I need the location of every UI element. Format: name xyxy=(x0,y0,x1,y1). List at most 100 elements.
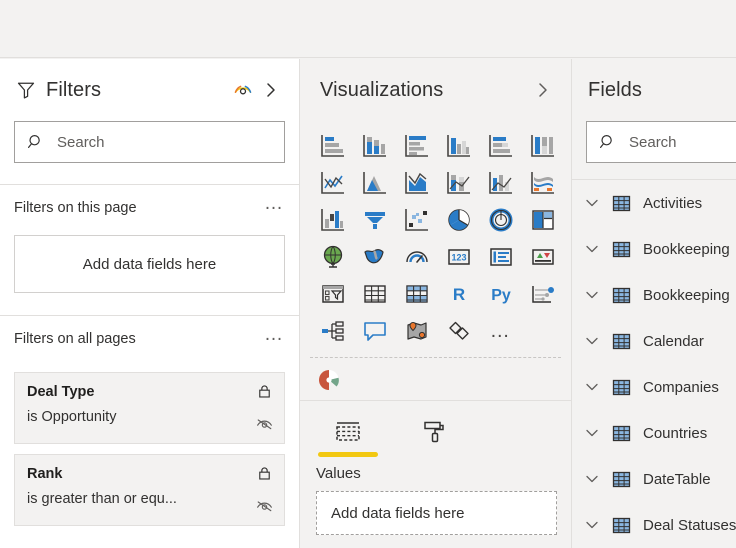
svg-text:R: R xyxy=(453,285,465,304)
svg-text:Py: Py xyxy=(491,287,511,304)
visualizations-tab-strip xyxy=(300,400,571,457)
viz-r-visual[interactable]: R xyxy=(440,275,478,312)
lock-icon[interactable] xyxy=(256,465,273,487)
eye-visible-icon[interactable] xyxy=(229,76,257,104)
viz-line-chart[interactable] xyxy=(314,164,352,201)
tab-fields-active-indicator xyxy=(318,452,378,457)
viz-stacked-bar-chart[interactable] xyxy=(314,127,352,164)
fields-table-label: Countries xyxy=(643,424,708,442)
viz-key-influencers[interactable] xyxy=(524,275,562,312)
viz-clustered-bar-chart[interactable] xyxy=(398,127,436,164)
chevron-down-icon[interactable] xyxy=(584,379,600,395)
viz-donut-chart[interactable] xyxy=(482,201,520,238)
filters-pane-header: Filters xyxy=(0,59,299,121)
fields-table-row[interactable]: Calendar xyxy=(572,318,736,364)
lock-icon[interactable] xyxy=(256,383,273,405)
fields-pane: Fields Activities xyxy=(572,59,736,548)
fields-table-row[interactable]: DateTable xyxy=(572,456,736,502)
filters-page-dropzone[interactable]: Add data fields here xyxy=(14,235,285,293)
chevron-down-icon[interactable] xyxy=(584,333,600,349)
filter-card[interactable]: Deal Type is Opportunity xyxy=(14,372,285,444)
viz-line-stacked-column-chart[interactable] xyxy=(440,164,478,201)
fields-table-row[interactable]: Activities xyxy=(572,180,736,226)
chevron-down-icon[interactable] xyxy=(584,517,600,533)
viz-filled-map[interactable] xyxy=(356,238,394,275)
fields-pane-title: Fields xyxy=(588,78,642,101)
viz-kpi[interactable] xyxy=(524,238,562,275)
viz-table[interactable] xyxy=(356,275,394,312)
viz-area-chart[interactable] xyxy=(356,164,394,201)
chevron-down-icon[interactable] xyxy=(584,241,600,257)
viz-globe-map[interactable] xyxy=(314,238,352,275)
viz-stacked-column-chart[interactable] xyxy=(356,127,394,164)
viz-stacked-area-chart[interactable] xyxy=(398,164,436,201)
table-icon xyxy=(612,286,631,305)
fields-table-row[interactable]: Bookkeeping xyxy=(572,272,736,318)
collapse-filters-chevron-right-icon[interactable] xyxy=(257,76,285,104)
eye-hidden-icon[interactable] xyxy=(255,414,274,438)
filters-on-all-pages-header: Filters on all pages … xyxy=(0,316,299,362)
chevron-down-icon[interactable] xyxy=(584,195,600,211)
custom-pie-visual-icon[interactable] xyxy=(316,367,342,393)
fields-table-label: Bookkeeping xyxy=(643,240,730,258)
viz-treemap[interactable] xyxy=(524,201,562,238)
viz-decomposition-tree[interactable] xyxy=(314,312,352,349)
search-icon xyxy=(599,133,617,151)
tab-format[interactable] xyxy=(404,415,464,457)
fields-search-input[interactable] xyxy=(629,133,736,151)
filters-search-wrap xyxy=(0,121,299,163)
tab-fields[interactable] xyxy=(318,415,378,457)
fields-table-row[interactable]: Companies xyxy=(572,364,736,410)
viz-funnel-chart[interactable] xyxy=(356,201,394,238)
search-icon xyxy=(27,133,45,151)
fields-table-row[interactable]: Countries xyxy=(572,410,736,456)
filter-card[interactable]: Rank is greater than or equ... xyxy=(14,454,285,526)
filters-pane: Filters Search Filters on this page … Ad… xyxy=(0,59,300,548)
viz-power-apps[interactable] xyxy=(440,312,478,349)
viz-multi-row-card[interactable] xyxy=(482,238,520,275)
top-ribbon-strip xyxy=(0,0,736,58)
chevron-down-icon[interactable] xyxy=(584,471,600,487)
fields-table-label: Bookkeeping xyxy=(643,286,730,304)
viz-azure-map[interactable] xyxy=(398,312,436,349)
well-label-values: Values xyxy=(316,465,361,482)
fields-table-label: Companies xyxy=(643,378,719,396)
viz-scatter-chart[interactable] xyxy=(398,201,436,238)
filter-card-condition: is Opportunity xyxy=(27,409,117,425)
viz-waterfall-chart[interactable] xyxy=(314,201,352,238)
filters-search-box[interactable] xyxy=(14,121,285,163)
values-well-dropzone[interactable]: Add data fields here xyxy=(316,491,557,535)
viz-line-clustered-column-chart[interactable] xyxy=(482,164,520,201)
table-icon xyxy=(612,240,631,259)
collapse-visualizations-chevron-right-icon[interactable] xyxy=(529,76,557,104)
fields-table-label: Calendar xyxy=(643,332,704,350)
paint-roller-icon xyxy=(419,415,449,449)
filters-on-this-page-header: Filters on this page … xyxy=(0,185,299,231)
viz-100-stacked-column-chart[interactable] xyxy=(524,127,562,164)
fields-table-row[interactable]: Deal Statuses xyxy=(572,502,736,548)
svg-text:123: 123 xyxy=(451,252,466,262)
field-wells: Values Add data fields here xyxy=(300,457,571,535)
filters-search-input[interactable] xyxy=(57,133,284,151)
chevron-down-icon[interactable] xyxy=(584,287,600,303)
fields-search-box[interactable] xyxy=(586,121,736,163)
viz-python-visual[interactable]: Py xyxy=(482,275,520,312)
viz-matrix[interactable] xyxy=(398,275,436,312)
filter-card-condition: is greater than or equ... xyxy=(27,491,177,507)
filters-on-all-pages-label: Filters on all pages xyxy=(14,331,136,347)
viz-100-stacked-bar-chart[interactable] xyxy=(482,127,520,164)
filters-on-all-pages-menu-icon[interactable]: … xyxy=(264,325,285,349)
viz-card-123[interactable]: 123 xyxy=(440,238,478,275)
fields-table-row[interactable]: Bookkeeping xyxy=(572,226,736,272)
eye-hidden-icon[interactable] xyxy=(255,496,274,520)
viz-slicer[interactable] xyxy=(314,275,352,312)
viz-smart-narrative[interactable] xyxy=(356,312,394,349)
viz-gauge[interactable] xyxy=(398,238,436,275)
more-visuals-ellipsis-icon[interactable]: … xyxy=(482,312,520,357)
chevron-down-icon[interactable] xyxy=(584,425,600,441)
viz-clustered-column-chart[interactable] xyxy=(440,127,478,164)
viz-ribbon-chart[interactable] xyxy=(524,164,562,201)
filters-on-this-page-menu-icon[interactable]: … xyxy=(264,194,285,218)
funnel-icon xyxy=(16,80,36,100)
viz-pie-chart[interactable] xyxy=(440,201,478,238)
